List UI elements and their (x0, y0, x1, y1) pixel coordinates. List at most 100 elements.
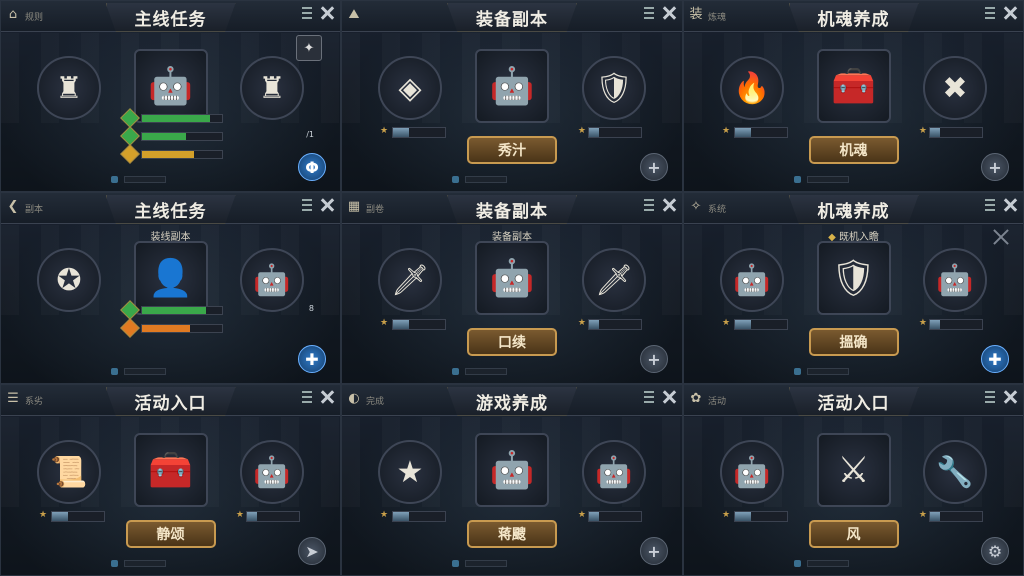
back-icon[interactable]: ▦ (346, 199, 362, 215)
panel-5[interactable]: ▦ 副卷 装备副本 装备副本 🗡 🤖 🗡 ★ ★ 口续 + (341, 192, 683, 384)
close-icon[interactable] (320, 6, 334, 20)
item-slot-right[interactable]: ✖ (923, 56, 987, 120)
status-dot (452, 560, 459, 567)
item-slot-right[interactable]: ♜ (240, 56, 304, 120)
item-slot-mid[interactable]: 🤖 (475, 433, 549, 507)
item-slot-mid[interactable]: 👤 (133, 241, 208, 315)
action-button[interactable]: 蒋颼 (467, 520, 557, 548)
star-icon: ★ (380, 126, 389, 136)
item-slot-left[interactable]: 🤖 (720, 248, 784, 312)
item-slot-left[interactable]: 🤖 (720, 440, 784, 504)
menu-icon[interactable] (302, 7, 312, 19)
menu-icon[interactable] (985, 7, 995, 19)
item-slot-mid[interactable]: ⚔ (816, 433, 891, 507)
corner-action-button[interactable]: + (640, 537, 668, 565)
panel-title: 活动入口 (817, 393, 890, 414)
window-controls (985, 6, 1017, 20)
panel-7[interactable]: ☰ 系劣 活动入口 📜 🧰 🤖 ★ ★ 静颂 ➤ (0, 384, 341, 576)
item-slot-right[interactable]: 🤖 (582, 440, 646, 504)
item-slot-left[interactable]: ◈ (378, 56, 442, 120)
panel-6[interactable]: ✧系统机魂养成既机入瞻🤖🛡🤖★★搵确✚ (683, 192, 1024, 384)
menu-icon[interactable] (644, 199, 654, 211)
close-icon[interactable] (320, 390, 334, 404)
close-icon[interactable] (1003, 6, 1017, 20)
menu-icon[interactable] (985, 391, 995, 403)
panel-9[interactable]: ✿ 活动 活动入口 🤖 ⚔ 🔧 ★ ★ 风 ⚙ (683, 384, 1024, 576)
title-plate: 活动入口 (788, 387, 919, 416)
menu-icon[interactable] (644, 7, 654, 19)
corner-action-button[interactable]: ✚ (981, 345, 1009, 373)
back-icon[interactable]: ⌂ (5, 7, 21, 23)
back-icon[interactable]: ✿ (688, 391, 704, 407)
item-icon: 🤖 (489, 66, 535, 107)
item-slot-left[interactable]: ★ (378, 440, 442, 504)
item-slot-mid[interactable]: 🧰 (816, 49, 891, 123)
star-icon: ★ (918, 510, 927, 520)
badge-icon[interactable]: ✦ (296, 35, 322, 61)
menu-icon[interactable] (985, 199, 995, 211)
menu-icon[interactable] (302, 199, 312, 211)
corner-action-button[interactable]: ⚙ (981, 537, 1009, 565)
action-button[interactable]: 秀汁 (467, 136, 557, 164)
close-icon[interactable] (662, 6, 676, 20)
corner-action-button[interactable]: + (640, 153, 668, 181)
corner-action-button[interactable]: ✚ (298, 345, 326, 373)
panel-3[interactable]: 装炼魂 机魂养成 🔥 🧰 ✖ ★ ★ 机魂 + (683, 0, 1024, 192)
corner-action-button[interactable]: Φ (298, 153, 326, 181)
item-slot-right[interactable]: 🤖 (240, 248, 304, 312)
status-dot (111, 560, 118, 567)
item-slot-mid[interactable]: 🤖 (475, 241, 549, 315)
item-icon: 🤖 (489, 258, 535, 299)
panel-title: 装备副本 (476, 9, 548, 30)
panel-left-label: 完成 (366, 397, 385, 407)
item-slot-left[interactable]: ♜ (37, 56, 101, 120)
close-icon[interactable] (662, 198, 676, 212)
swords-icon[interactable] (993, 229, 1009, 245)
action-button[interactable]: 机魂 (808, 136, 899, 164)
panel-1[interactable]: ⌂ 规则 主线任务 ✦ ♜ 🤖 ♜ /1 Φ (0, 0, 341, 192)
back-icon[interactable]: 装 (688, 7, 704, 23)
action-button[interactable]: 搵确 (808, 328, 899, 356)
stat-bar-fill (142, 150, 194, 158)
item-slot-left[interactable]: 🗡 (378, 248, 442, 312)
footer-status (111, 368, 166, 375)
close-icon[interactable] (320, 198, 334, 212)
close-icon[interactable] (1003, 390, 1017, 404)
item-slot-right[interactable]: 🗡 (582, 248, 646, 312)
back-icon[interactable]: ❮ (5, 199, 21, 215)
item-slot-right[interactable]: 🔧 (923, 440, 987, 504)
close-icon[interactable] (662, 390, 676, 404)
back-icon[interactable]: ⛰ (346, 7, 362, 23)
back-icon[interactable]: ✧ (688, 199, 704, 215)
item-slot-mid[interactable]: 🤖 (475, 49, 549, 123)
item-slot-right[interactable]: 🛡 (582, 56, 646, 120)
close-icon[interactable] (1003, 198, 1017, 212)
item-icon: 🔧 (936, 454, 974, 490)
panel-2[interactable]: ⛰ 装备副本 ◈ 🤖 🛡 ★ ★ 秀汁 + (341, 0, 683, 192)
panel-4[interactable]: ❮ 副本 主线任务 装线副本 ✪ 👤 🤖 8 ✚ (0, 192, 341, 384)
item-slot-left[interactable]: 📜 (37, 440, 101, 504)
progress-fill (589, 320, 600, 329)
action-button[interactable]: 风 (808, 520, 899, 548)
menu-icon[interactable] (302, 391, 312, 403)
corner-action-button[interactable]: + (981, 153, 1009, 181)
star-icon: ★ (577, 126, 586, 136)
footer-status (111, 560, 166, 567)
item-slot-right[interactable]: 🤖 (923, 248, 987, 312)
item-slot-mid[interactable]: 🤖 (133, 49, 208, 123)
item-slot-left[interactable]: ✪ (37, 248, 101, 312)
item-slot-mid[interactable]: 🧰 (133, 433, 208, 507)
item-icon: 👤 (148, 258, 193, 299)
item-slot-mid[interactable]: 🛡 (816, 241, 891, 315)
menu-icon[interactable] (644, 391, 654, 403)
corner-action-button[interactable]: + (640, 345, 668, 373)
item-slot-left[interactable]: 🔥 (720, 56, 784, 120)
back-icon[interactable]: ☰ (5, 391, 21, 407)
action-button[interactable]: 静颂 (125, 520, 216, 548)
progress-bar (929, 127, 983, 138)
action-button[interactable]: 口续 (467, 328, 557, 356)
back-icon[interactable]: ◐ (346, 391, 362, 407)
corner-action-button[interactable]: ➤ (298, 537, 326, 565)
panel-8[interactable]: ◐ 完成 游戏养成 ★ 🤖 🤖 ★ ★ 蒋颼 + (341, 384, 683, 576)
item-slot-right[interactable]: 🤖 (240, 440, 304, 504)
